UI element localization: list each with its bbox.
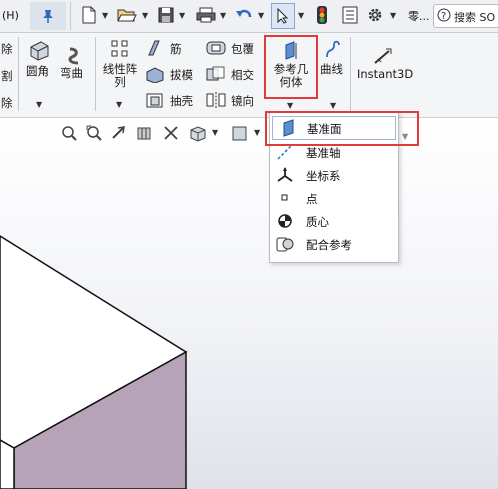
mate-reference-icon — [276, 237, 294, 252]
linear-pattern-icon — [111, 40, 128, 57]
svg-text:?: ? — [441, 11, 446, 22]
rib-button[interactable]: 筋 — [143, 39, 199, 59]
wrap-button[interactable]: 包覆 — [205, 39, 261, 59]
mirror-icon — [206, 92, 226, 108]
undo-caret-icon[interactable]: ▼ — [258, 11, 264, 20]
graphics-viewport[interactable]: ▼ ▼ — [0, 118, 498, 489]
menu-item-center-of-mass[interactable]: 质心 — [270, 210, 398, 232]
select-button[interactable] — [271, 3, 295, 29]
save-caret-icon[interactable]: ▼ — [179, 11, 185, 20]
traffic-light-icon — [317, 6, 327, 24]
linear-pattern-caret-icon[interactable]: ▼ — [116, 100, 122, 109]
wrap-label: 包覆 — [231, 42, 254, 56]
bend-label: 弯曲 — [60, 66, 83, 80]
wrap-icon — [206, 41, 226, 55]
open-file-caret-icon[interactable]: ▼ — [142, 11, 148, 20]
curves-button[interactable]: 曲线 — [318, 39, 350, 79]
open-folder-icon — [117, 9, 137, 22]
intersect-button[interactable]: 相交 — [205, 65, 261, 85]
search-box[interactable]: ? 搜索 SO — [433, 4, 498, 28]
reference-geometry-caret-icon[interactable]: ▼ — [287, 101, 293, 110]
fillet-label: 圆角 — [26, 64, 49, 78]
more-text[interactable]: 零... — [408, 8, 430, 24]
coordinate-system-icon — [277, 167, 293, 182]
menu-item-coordinate-system-label: 坐标系 — [306, 169, 341, 183]
curves-icon — [326, 40, 340, 58]
undo-button[interactable] — [232, 4, 256, 26]
curves-caret-icon[interactable]: ▼ — [330, 101, 336, 110]
fillet-icon — [30, 41, 49, 61]
undo-arrow-icon — [236, 9, 252, 18]
menu-item-point[interactable]: 点 — [270, 187, 398, 209]
file-properties-button[interactable] — [339, 4, 361, 26]
options-button[interactable] — [364, 4, 386, 26]
gear-icon — [368, 8, 382, 22]
menu-item-mate-reference-label: 配合参考 — [306, 238, 352, 252]
open-file-button[interactable] — [115, 4, 139, 26]
pin-button[interactable] — [30, 2, 66, 30]
instant3d-button[interactable]: Instant3D — [355, 47, 414, 87]
search-placeholder: 搜索 SO — [454, 11, 496, 24]
save-disk-icon — [158, 7, 174, 23]
linear-pattern-button[interactable]: 线性阵列 — [100, 37, 140, 97]
menu-item-axis-label: 基准轴 — [306, 146, 341, 160]
help-menu-fragment[interactable]: (H) — [2, 9, 19, 22]
draft-button[interactable]: 拔模 — [143, 65, 199, 85]
more-label-visible: 零... — [408, 10, 430, 23]
ribbon-item-1[interactable]: 除 — [1, 41, 13, 57]
help-question-icon: ? — [437, 8, 451, 22]
fillet-caret-icon[interactable]: ▼ — [36, 100, 42, 109]
new-file-button[interactable] — [78, 4, 100, 26]
shell-label: 抽壳 — [170, 94, 193, 108]
menu-item-center-of-mass-label: 质心 — [306, 215, 329, 229]
center-of-mass-icon — [278, 214, 292, 228]
rebuild-button[interactable] — [313, 4, 331, 26]
fillet-button[interactable]: 圆角 — [24, 37, 56, 87]
linear-pattern-label: 线性阵列 — [102, 62, 138, 89]
instant3d-icon — [374, 48, 392, 64]
pin-icon — [43, 10, 53, 23]
features-ribbon: 除 割 除 圆角 ▼ 弯曲 线性阵列 ▼ 筋 拔模 抽壳 包覆 相交 镜向 参考… — [0, 33, 498, 118]
new-file-icon — [82, 6, 96, 24]
plane-item-highlight — [265, 111, 419, 146]
cursor-arrow-icon — [277, 8, 289, 24]
intersect-label: 相交 — [231, 68, 254, 82]
rib-icon — [148, 40, 160, 56]
ribbon-item-3[interactable]: 除 — [1, 95, 13, 111]
printer-icon — [196, 7, 216, 23]
shell-icon — [146, 93, 163, 108]
ribbon-item-2[interactable]: 割 — [1, 68, 13, 84]
select-caret-icon[interactable]: ▼ — [298, 11, 304, 20]
shell-button[interactable]: 抽壳 — [143, 91, 199, 111]
menu-item-point-label: 点 — [306, 192, 318, 206]
rib-label: 筋 — [170, 42, 182, 56]
mirror-label: 镜向 — [231, 94, 254, 108]
point-icon — [281, 194, 288, 201]
print-button[interactable] — [194, 4, 218, 26]
draft-label: 拔模 — [170, 68, 193, 82]
mirror-button[interactable]: 镜向 — [205, 91, 261, 111]
curves-label: 曲线 — [320, 62, 343, 76]
menu-item-mate-reference[interactable]: 配合参考 — [270, 233, 398, 255]
intersect-icon — [206, 66, 225, 81]
print-caret-icon[interactable]: ▼ — [220, 11, 226, 20]
new-file-caret-icon[interactable]: ▼ — [102, 11, 108, 20]
properties-sheet-icon — [342, 6, 358, 24]
save-button[interactable] — [155, 4, 177, 26]
options-caret-icon[interactable]: ▼ — [390, 11, 396, 20]
reference-geometry-highlight — [264, 35, 318, 99]
instant3d-label: Instant3D — [357, 67, 414, 81]
bend-button[interactable]: 弯曲 — [60, 47, 90, 87]
menu-item-coordinate-system[interactable]: 坐标系 — [270, 164, 398, 186]
part-model[interactable] — [0, 118, 498, 489]
flex-bend-icon — [68, 47, 79, 65]
draft-icon — [146, 67, 164, 83]
